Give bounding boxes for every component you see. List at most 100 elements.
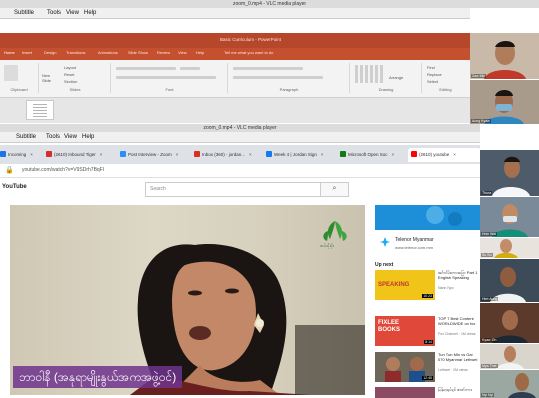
vlc-title-bar-2: zoom_0.mp4 - VLC media player	[0, 124, 480, 132]
menu-view[interactable]: View	[66, 9, 79, 18]
menu-tools[interactable]: Tools	[46, 133, 60, 142]
participant-tile[interactable]: Kyaw Zin	[480, 303, 539, 343]
vlc-title-bar: zoom_0.mp4 - VLC media player	[0, 0, 539, 8]
tab-transitions[interactable]: Transitions	[66, 50, 85, 55]
telenor-logo-icon	[380, 237, 390, 247]
ad-title: Telenor Myanmar	[395, 237, 434, 243]
participant-tile[interactable]: Thura	[480, 150, 539, 196]
group-drawing: Arrange Drawing	[351, 63, 422, 93]
menu-help[interactable]: Help	[82, 133, 94, 142]
close-icon[interactable]: ×	[30, 152, 33, 157]
video-thumbnail[interactable]: 12:45	[375, 352, 435, 382]
close-icon[interactable]: ×	[453, 152, 456, 157]
menu-view[interactable]: View	[64, 133, 77, 142]
recommendation-title[interactable]: TOP 7 Best Content WORLDWIDE on fox	[438, 316, 480, 326]
tab-animations[interactable]: Animations	[98, 50, 118, 55]
youtube-logo[interactable]: YouTube	[2, 184, 27, 190]
participant-tile[interactable]: Su Su	[480, 238, 539, 258]
browser-tab[interactable]: (2610) Inbound Tiger ×	[46, 148, 118, 162]
recommendation-item[interactable]: FIXLEE BOOKS 8:14 TOP 7 Best Content WOR…	[375, 316, 480, 348]
tell-me-search[interactable]: Tell me what you want to do	[224, 50, 273, 55]
ad-card[interactable]: Telenor Myanmar www.telenor.com.mm	[375, 230, 480, 258]
search-input[interactable]: Search	[145, 182, 326, 197]
browser-tab[interactable]: Inbox (360) - jordan... ×	[194, 148, 262, 162]
tab-help[interactable]: Help	[196, 50, 204, 55]
align-buttons[interactable]	[233, 76, 323, 79]
new-slide-button[interactable]: New Slide	[42, 73, 58, 83]
recommendation-title[interactable]: Tun Tun Min vs Gai 070 Myanmar Lethwei	[438, 352, 480, 362]
participant-tile[interactable]: Nyi Nyi	[480, 370, 539, 398]
arrange-button[interactable]: Arrange	[389, 75, 403, 80]
find-button[interactable]: Find	[427, 65, 435, 70]
tab-view[interactable]: View	[178, 50, 187, 55]
close-icon[interactable]: ×	[321, 152, 324, 157]
menu-tools[interactable]: Tools	[47, 9, 61, 18]
tab-review[interactable]: Review	[157, 50, 170, 55]
ad-url: www.telenor.com.mm	[395, 245, 434, 250]
channel-logo-text: ထမ်းပိုးပိုး	[320, 243, 334, 248]
group-editing: Find Replace Select Editing	[427, 65, 452, 92]
browser-tab[interactable]: Week 4 | Jordan Sign ×	[266, 148, 336, 162]
tab-design[interactable]: Design	[44, 50, 56, 55]
participant-tile[interactable]: Htet Aung	[480, 259, 539, 302]
participant-tile[interactable]: Mya Thet	[480, 344, 539, 369]
layout-button[interactable]: Layout	[64, 65, 76, 70]
browser-tab[interactable]: Incoming ×	[0, 148, 40, 162]
video-thumbnail[interactable]: SPEAKING 10:23	[375, 270, 435, 300]
up-next-heading: Up next	[375, 262, 394, 268]
browser-tab-bar: Incoming × (2610) Inbound Tiger × Post Int…	[0, 145, 481, 164]
close-icon[interactable]: ×	[100, 152, 103, 157]
tab-insert[interactable]: Insert	[22, 50, 32, 55]
close-icon[interactable]: ×	[249, 152, 252, 157]
browser-tab[interactable]: Microsoft Open Soc ×	[340, 148, 406, 162]
list-buttons[interactable]	[233, 67, 303, 70]
replace-button[interactable]: Replace	[427, 72, 442, 77]
tab-home[interactable]: Home	[4, 50, 15, 55]
tab-favicon-icon	[340, 151, 346, 157]
search-icon[interactable]: ⌕	[320, 182, 349, 197]
video-player[interactable]: ထမ်းပိုးပိုး ဘာဝါနီ (အနုရာမျိုးနွယ်အကအဖွ…	[10, 205, 365, 395]
recommendation-title[interactable]: အင်္ဂလိပ်စကားပြော Part 1 English Speakin…	[438, 270, 480, 280]
recommendation-item[interactable]: 12:45 Tun Tun Min vs Gai 070 Myanmar Let…	[375, 352, 480, 384]
menu-subtitle[interactable]: Subtitle	[16, 133, 36, 142]
menu-help[interactable]: Help	[84, 9, 96, 18]
font-name-dropdown[interactable]	[116, 67, 176, 70]
recommendation-item[interactable]: မြန်မာ့ရုပ်ရှင် ဇာတ်ကား	[375, 387, 480, 398]
tab-favicon-icon	[194, 151, 200, 157]
menu-subtitle[interactable]: Subtitle	[14, 9, 34, 18]
reset-button[interactable]: Reset	[64, 72, 74, 77]
lock-icon: 🔒	[5, 167, 14, 174]
group-clipboard: Clipboard	[0, 63, 39, 93]
paste-icon[interactable]	[4, 65, 18, 81]
address-bar[interactable]: 🔒 youtube.com/watch?v=V9SDrh7BqFI	[0, 164, 480, 178]
youtube-favicon-icon	[411, 151, 417, 157]
select-button[interactable]: Select	[427, 79, 438, 84]
vlc-menu-bar: Subtitle Tools View Help	[0, 8, 470, 19]
shapes-gallery[interactable]	[355, 65, 385, 83]
recommendation-title[interactable]: မြန်မာ့ရုပ်ရှင် ဇာတ်ကား	[438, 387, 480, 392]
youtube-header: YouTube Search ⌕	[0, 178, 480, 198]
tab-favicon-icon	[0, 151, 6, 157]
recommendation-item[interactable]: SPEAKING 10:23 အင်္ဂလိပ်စကားပြော Part 1 …	[375, 270, 480, 302]
powerpoint-slide-area	[0, 98, 470, 123]
participant-tile[interactable]: Aung Kyaw	[470, 80, 539, 124]
video-thumbnail[interactable]: FIXLEE BOOKS 8:14	[375, 316, 435, 346]
close-icon[interactable]: ×	[392, 152, 395, 157]
browser-tab[interactable]: Post Interview - Zoom ×	[120, 148, 192, 162]
close-icon[interactable]: ×	[176, 152, 179, 157]
tab-favicon-icon	[46, 151, 52, 157]
tab-slide-show[interactable]: Slide Show	[128, 50, 148, 55]
tab-favicon-icon	[266, 151, 272, 157]
video-thumbnail[interactable]	[375, 387, 435, 398]
video-caption: ဘာဝါနီ (အနုရာမျိုးနွယ်အကအဖွဲ့ဝင်)	[13, 366, 183, 388]
font-format-buttons[interactable]	[116, 76, 216, 79]
browser-tab-active[interactable]: (2610) youtube ×	[408, 148, 481, 162]
group-font: Font	[112, 63, 228, 93]
url-text[interactable]: youtube.com/watch?v=V9SDrh7BqFI	[22, 167, 104, 173]
section-button[interactable]: Section	[64, 79, 77, 84]
vlc-menu-bar-2: Subtitle Tools View Help	[0, 132, 480, 143]
participant-tile[interactable]: Zaw Min	[470, 33, 539, 79]
participant-tile[interactable]: Hnin Wai	[480, 197, 539, 237]
font-size-dropdown[interactable]	[180, 67, 200, 70]
slide-thumbnail[interactable]	[26, 100, 54, 120]
